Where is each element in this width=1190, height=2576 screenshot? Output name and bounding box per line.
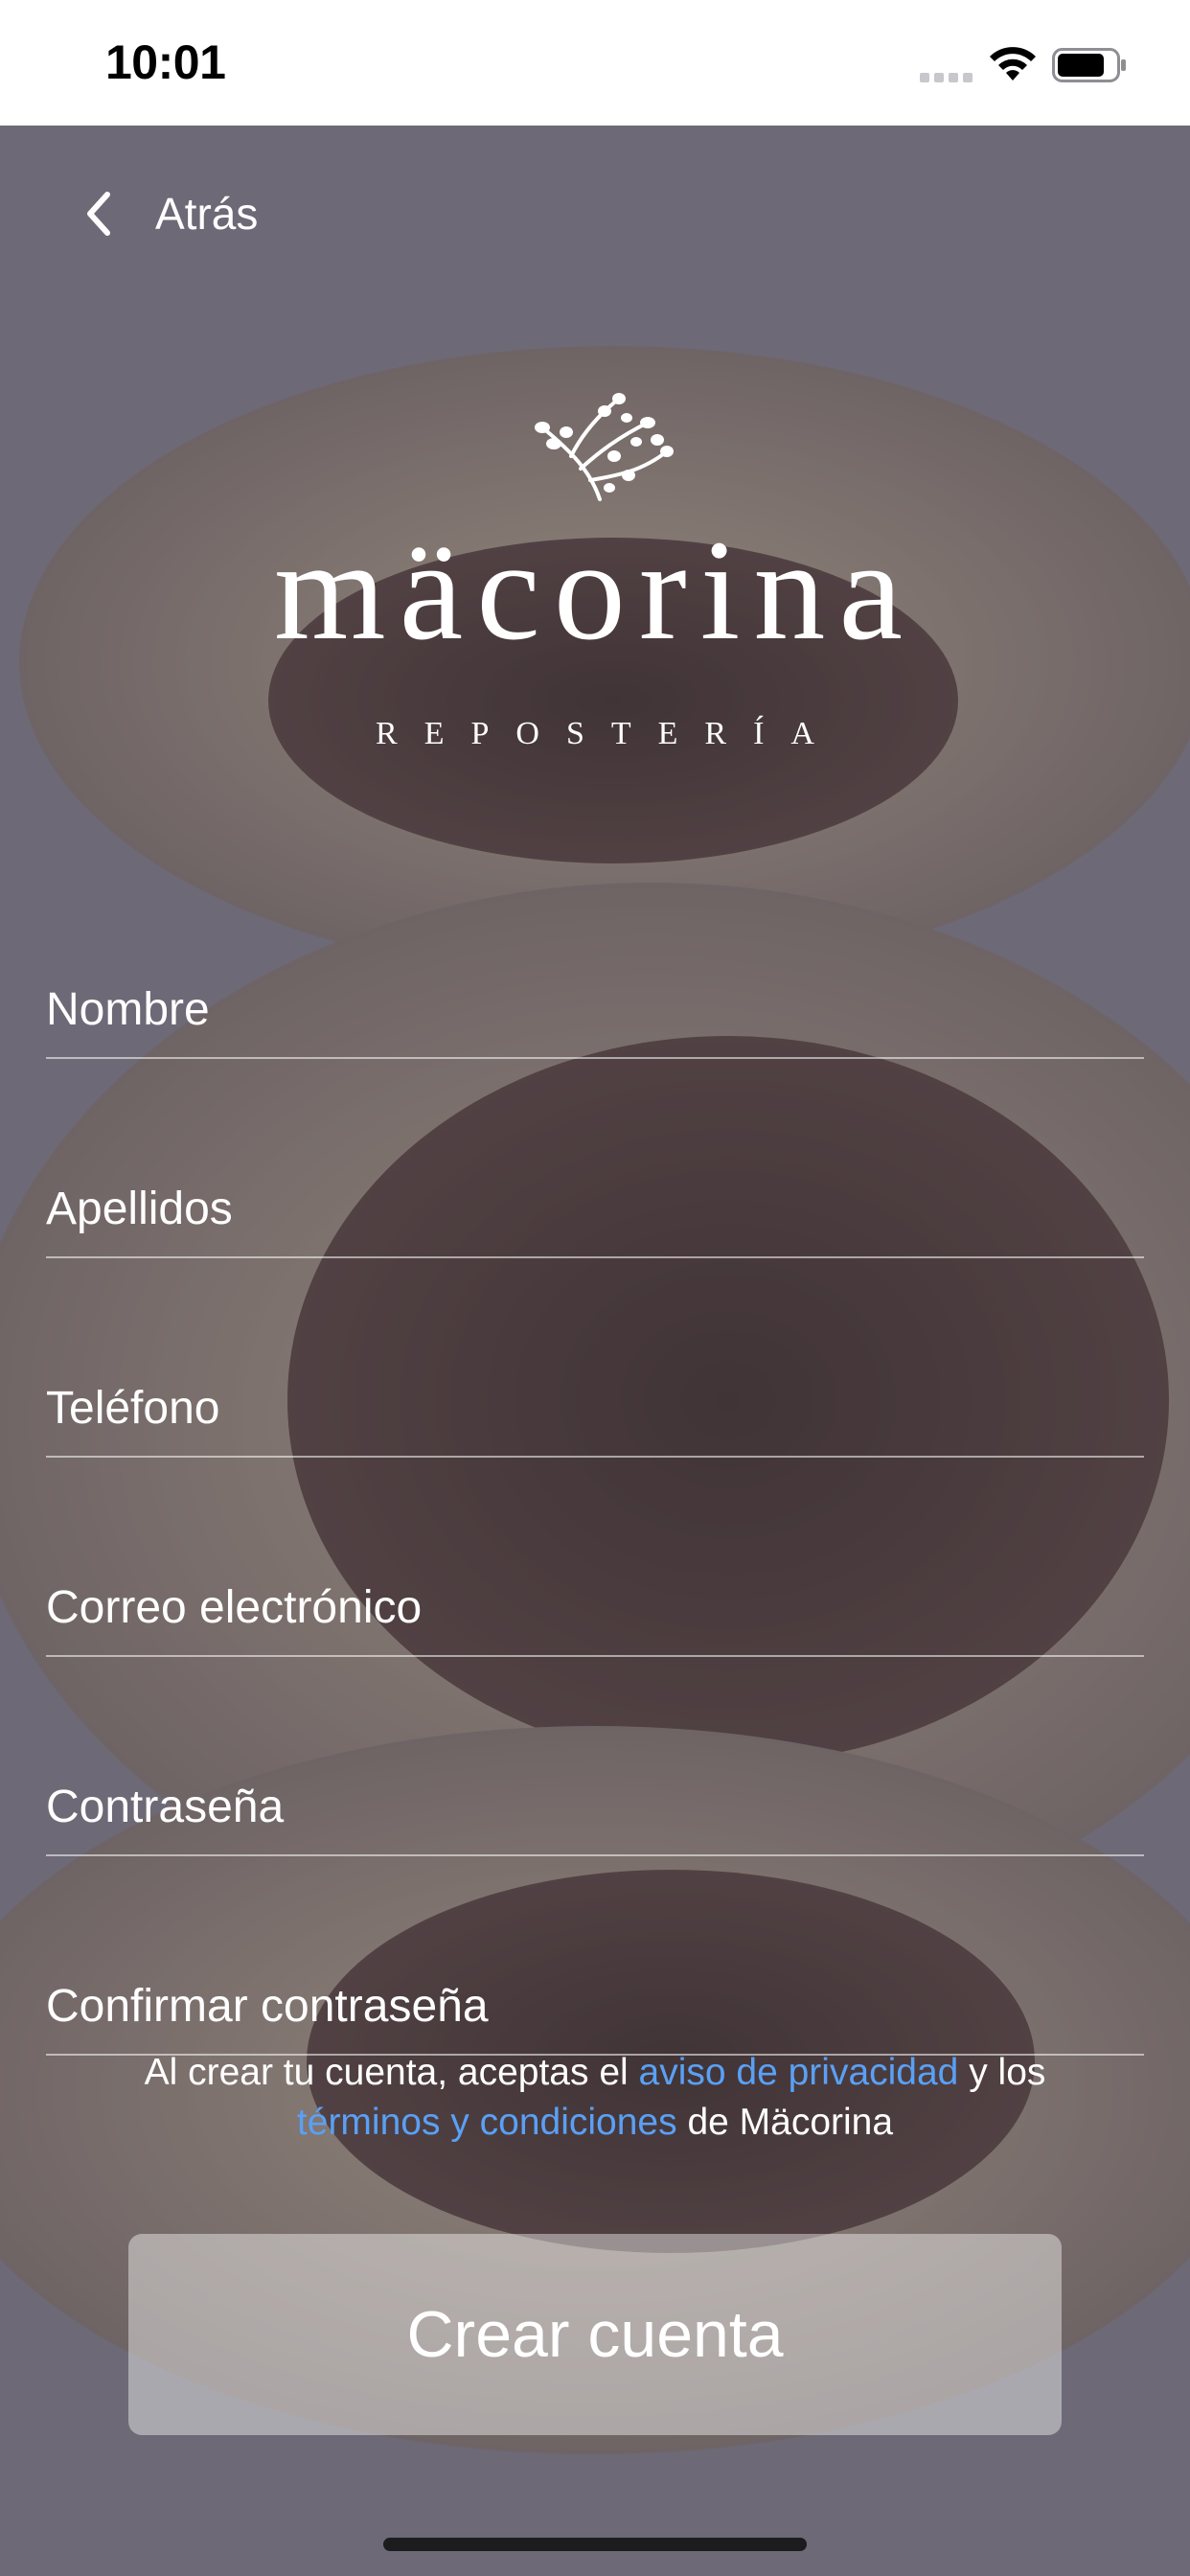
back-button[interactable]: Atrás — [80, 175, 258, 252]
brand-tagline: REPOSTERÍA — [376, 716, 841, 751]
cellular-signal-icon — [920, 71, 973, 82]
create-account-button[interactable]: Crear cuenta — [128, 2234, 1062, 2435]
legal-suffix: de Mäcorina — [676, 2102, 894, 2143]
status-bar: 10:01 — [0, 0, 1190, 126]
chevron-left-icon — [87, 192, 110, 236]
legal-prefix: Al crear tu cuenta, aceptas el — [144, 2052, 639, 2093]
wifi-icon — [990, 47, 1036, 80]
last-name-input[interactable] — [46, 1183, 1144, 1235]
legal-middle: y los — [958, 2052, 1046, 2093]
first-name-input[interactable] — [46, 983, 1144, 1036]
branch-logo-icon — [535, 393, 674, 501]
phone-input[interactable] — [46, 1382, 1144, 1435]
phone-field — [46, 1350, 1144, 1458]
brand-name: mäcorina — [273, 511, 917, 670]
first-name-field — [46, 952, 1144, 1059]
confirm-password-input[interactable] — [46, 1980, 1144, 2033]
password-input[interactable] — [46, 1781, 1144, 1833]
last-name-field — [46, 1151, 1144, 1258]
password-field — [46, 1749, 1144, 1856]
email-input[interactable] — [46, 1581, 1144, 1634]
battery-icon — [1052, 48, 1126, 82]
brand-logo: mäcorina REPOSTERÍA — [0, 384, 1190, 752]
privacy-link[interactable]: aviso de privacidad — [639, 2052, 959, 2093]
back-label: Atrás — [155, 189, 259, 239]
confirm-password-field — [46, 1948, 1144, 2056]
terms-link[interactable]: términos y condiciones — [297, 2102, 677, 2143]
home-indicator — [383, 2538, 807, 2551]
signup-screen: Atrás mäcorina REPOSTERÍA Nombre Apellid… — [0, 126, 1190, 2576]
email-field — [46, 1550, 1144, 1657]
status-time: 10:01 — [105, 35, 226, 89]
legal-notice: Al crear tu cuenta, aceptas el aviso de … — [57, 2048, 1133, 2148]
